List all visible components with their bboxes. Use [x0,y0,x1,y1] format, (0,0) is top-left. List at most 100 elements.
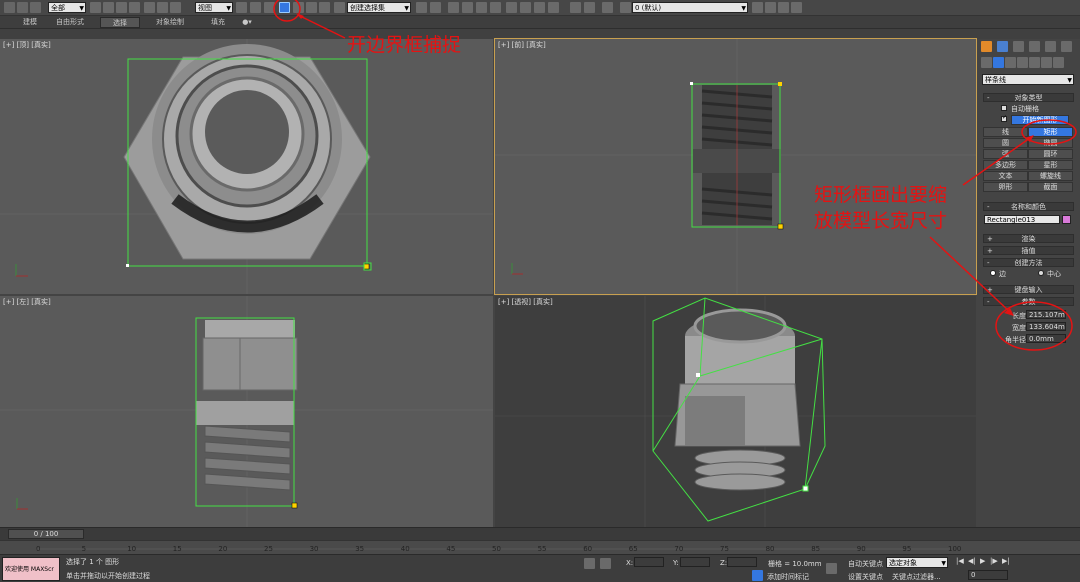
shape-line-button[interactable]: 线 [983,127,1028,137]
shape-egg-button[interactable]: 卵形 [983,182,1028,192]
object-color-swatch[interactable] [1062,215,1071,224]
angle-snap-icon[interactable] [293,2,304,13]
y-coord-input[interactable] [680,557,710,567]
add-time-tag[interactable]: 添加时间标记 [767,572,809,582]
shape-ngon-button[interactable]: 多边形 [983,160,1028,170]
start-new-shape-checkbox[interactable]: ✓ [1001,114,1007,122]
viewport-perspective[interactable]: [+] [透视] [真实] [495,296,976,527]
bind-spacewarp-icon[interactable] [30,2,41,13]
helpers-icon[interactable] [1029,57,1040,68]
rollout-parameters[interactable]: - 参数 [983,297,1074,306]
shapes-icon[interactable] [993,57,1004,68]
rollout-name-color[interactable]: - 名称和颜色 [983,202,1074,211]
prev-frame-icon[interactable]: ◀| [968,557,976,565]
current-frame-input[interactable]: 0 [968,570,1008,580]
curve-editor-icon[interactable] [476,2,487,13]
rollout-rendering[interactable]: + 渲染 [983,234,1074,243]
schematic-view-icon[interactable] [490,2,501,13]
tab-freeform[interactable]: 自由形式 [52,17,88,28]
material-editor-icon[interactable] [506,2,517,13]
rollout-object-type[interactable]: - 对象类型 [983,93,1074,102]
keyboard-shortcut-icon[interactable] [264,2,275,13]
pivot-center-icon[interactable] [236,2,247,13]
z-coord-input[interactable] [727,557,757,567]
next-frame-icon[interactable]: |▶ [990,557,998,565]
start-new-shape-button[interactable]: 开始新图形 [1011,115,1069,125]
align-icon[interactable] [430,2,441,13]
select-move-icon[interactable] [144,2,155,13]
ribbon-options-icon[interactable]: ●▾ [240,17,254,28]
tab-object-paint[interactable]: 对象绘制 [150,17,190,28]
render-frame-icon[interactable] [534,2,545,13]
add-to-layer-icon[interactable] [602,2,613,13]
shape-donut-button[interactable]: 圆环 [1028,149,1073,159]
shape-circle-button[interactable]: 圆 [983,138,1028,148]
ribbon-toggle-icon[interactable] [462,2,473,13]
shape-text-button[interactable]: 文本 [983,171,1028,181]
shape-rectangle-button[interactable]: 矩形 [1028,127,1073,137]
select-objects-layer-icon[interactable] [778,2,789,13]
rollout-keyboard-entry[interactable]: + 键盘输入 [983,285,1074,294]
shape-section-button[interactable]: 截面 [1028,182,1073,192]
window-crossing-icon[interactable] [129,2,140,13]
auto-key-button[interactable]: 自动关键点 [848,559,883,569]
width-input[interactable]: 133.604m [1026,322,1066,331]
object-name-input[interactable]: Rectangle013 [984,215,1060,224]
auto-grid-checkbox[interactable] [1001,105,1007,111]
spacewarps-icon[interactable] [1041,57,1052,68]
rect-selection-icon[interactable] [116,2,127,13]
link-icon[interactable] [4,2,15,13]
new-layer-icon[interactable] [752,2,763,13]
category-dropdown[interactable]: 样条线 [982,74,1074,86]
edit-named-sel-icon[interactable] [334,2,345,13]
shape-ellipse-button[interactable]: 椭圆 [1028,138,1073,148]
bbox-snap-toggle-icon[interactable] [279,2,290,13]
go-end-icon[interactable]: ▶| [1002,557,1010,565]
select-manipulate-icon[interactable] [250,2,261,13]
motion-tab-icon[interactable] [1029,41,1040,52]
utilities-tab-icon[interactable] [1061,41,1072,52]
display-tab-icon[interactable] [1045,41,1056,52]
track-bar[interactable]: 0 5 10 15 20 25 30 35 40 45 50 55 60 65 70 75 80 85 90 95 10… [0,540,1080,554]
length-input[interactable]: 215.107m [1026,310,1066,319]
viewport-front[interactable]: [+] [前] [真实] [494,38,977,295]
layer-manager-icon[interactable] [448,2,459,13]
go-start-icon[interactable]: |◀ [956,557,964,565]
lock-icon[interactable] [584,558,595,569]
lights-icon[interactable] [1005,57,1016,68]
time-tag-icon[interactable] [752,570,763,581]
play-icon[interactable]: ▶ [980,557,985,565]
select-by-name-icon[interactable] [103,2,114,13]
shape-star-button[interactable]: 星形 [1028,160,1073,170]
spinner-snap-icon[interactable] [319,2,330,13]
select-scale-icon[interactable] [170,2,181,13]
mirror-icon[interactable] [416,2,427,13]
tab-modeling[interactable]: 建模 [16,17,44,28]
key-mode-dropdown[interactable]: 选定对象 [886,557,948,569]
create-layer-icon[interactable] [584,2,595,13]
time-slider-handle[interactable]: 0 / 100 [8,529,84,539]
render-setup-icon[interactable] [520,2,531,13]
percent-snap-icon[interactable] [306,2,317,13]
set-current-layer-icon[interactable] [791,2,802,13]
corner-radius-input[interactable]: 0.0mm [1026,334,1066,343]
selection-filter-dropdown[interactable]: 全部 [48,2,86,14]
absolute-mode-icon[interactable] [600,558,611,569]
select-rotate-icon[interactable] [157,2,168,13]
layer-dropdown[interactable]: 0 (默认) [632,2,748,14]
unlink-icon[interactable] [17,2,28,13]
tab-populate[interactable]: 填充 [204,17,232,28]
geometry-icon[interactable] [981,57,992,68]
create-tab-icon[interactable] [981,41,992,52]
x-coord-input[interactable] [634,557,664,567]
cameras-icon[interactable] [1017,57,1028,68]
modify-tab-icon[interactable] [997,41,1008,52]
select-object-icon[interactable] [90,2,101,13]
rollout-interpolation[interactable]: + 插值 [983,246,1074,255]
render-icon[interactable] [548,2,559,13]
maxscript-listener[interactable]: 欢迎使用 MAXScr [2,557,60,581]
named-selection-dropdown[interactable]: 创建选择集 [347,2,411,14]
key-icon[interactable] [826,563,837,574]
set-key-button[interactable]: 设置关键点 [848,572,883,582]
viewport-top[interactable]: [+] [顶] [真实] [0,39,493,294]
